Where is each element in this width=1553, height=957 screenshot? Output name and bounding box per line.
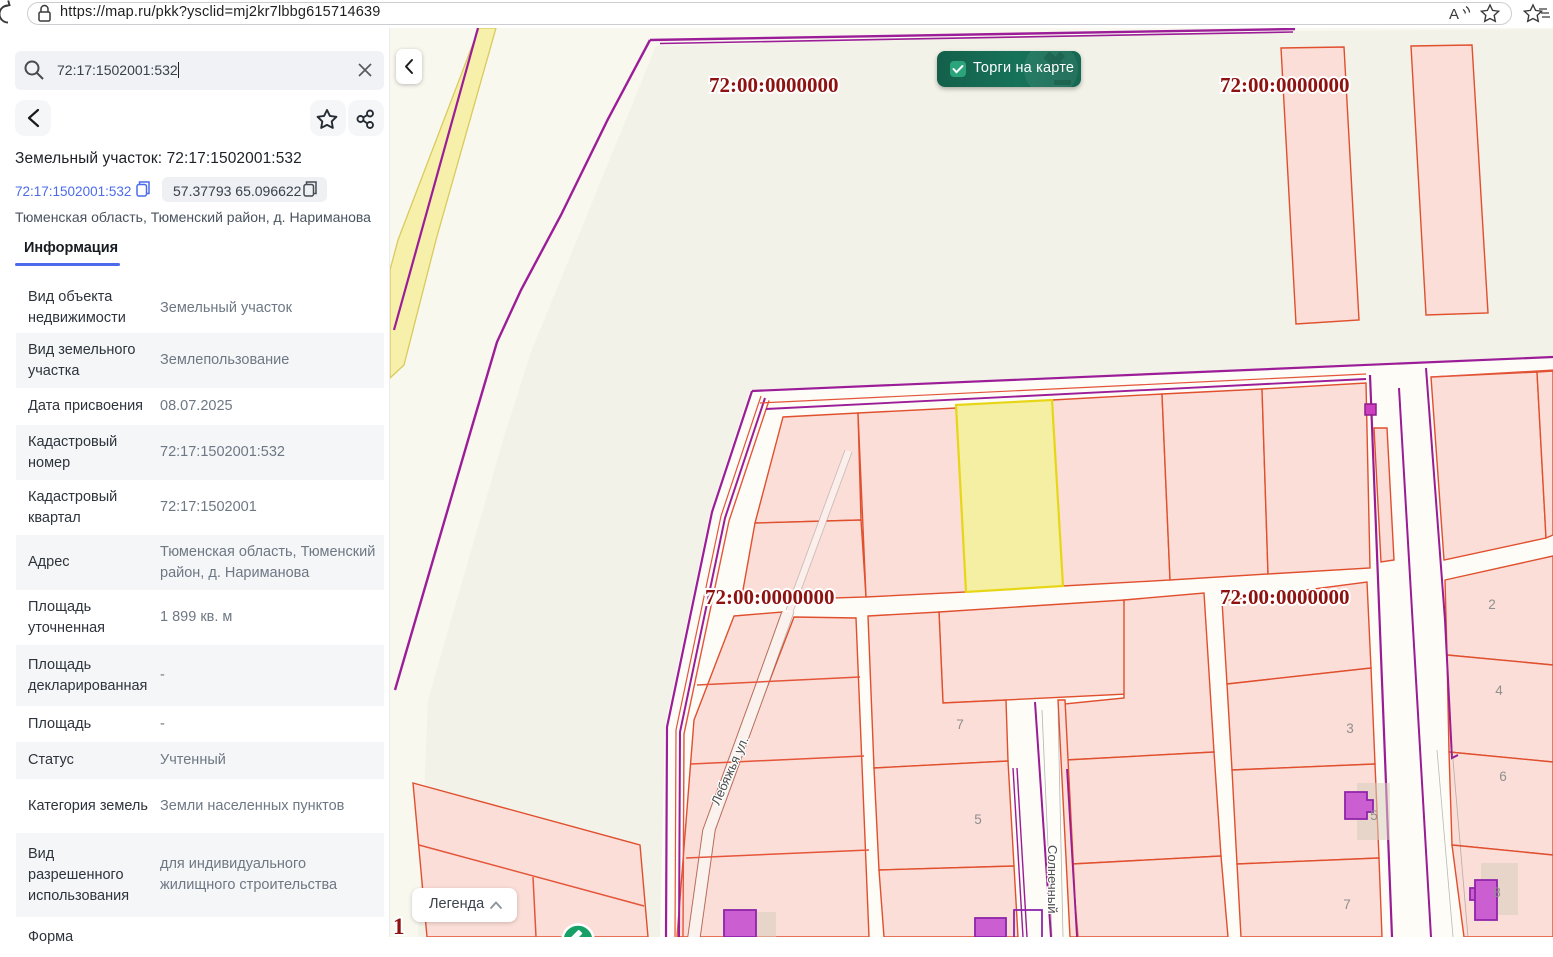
svg-text:72:00:0000000: 72:00:0000000: [1220, 73, 1350, 97]
svg-text:Солнечный: Солнечный: [1045, 845, 1060, 913]
svg-text:7: 7: [1343, 897, 1351, 912]
svg-text:5: 5: [974, 812, 982, 827]
svg-text:4: 4: [1495, 683, 1503, 698]
svg-text:72:00:0000000: 72:00:0000000: [709, 73, 839, 97]
svg-text:5: 5: [1370, 808, 1378, 823]
svg-text:8: 8: [1493, 885, 1501, 900]
svg-text:1: 1: [393, 914, 405, 937]
svg-text:A: A: [1449, 6, 1459, 23]
svg-text:2: 2: [1488, 597, 1496, 612]
svg-text:72:00:0000000: 72:00:0000000: [1220, 585, 1350, 609]
svg-text:6: 6: [1499, 769, 1507, 784]
svg-text:72:00:0000000: 72:00:0000000: [705, 585, 835, 609]
svg-text:7: 7: [956, 717, 964, 732]
svg-text:3: 3: [1346, 721, 1354, 736]
